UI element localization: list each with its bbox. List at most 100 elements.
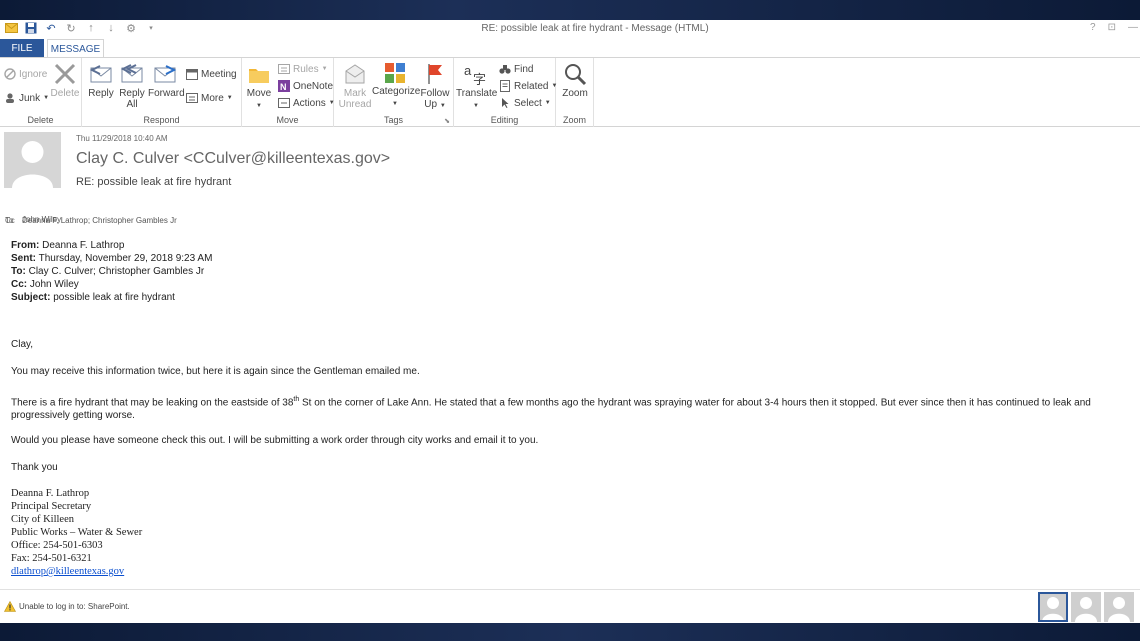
- categorize-label: Categorize: [372, 86, 421, 97]
- ribbon-display-button[interactable]: ⊡: [1108, 22, 1116, 33]
- reply-all-button[interactable]: Reply All: [117, 62, 147, 110]
- reply-all-label-1: Reply: [119, 88, 145, 99]
- delete-group: Ignore Junk ▼ Delete Delete: [0, 58, 82, 127]
- editing-group-label: Editing: [490, 115, 519, 125]
- onenote-button[interactable]: N OneNote: [278, 80, 333, 92]
- quoted-cc-line: Cc: John Wiley: [11, 278, 1136, 291]
- find-label: Find: [514, 63, 534, 75]
- people-pane: [1038, 592, 1134, 622]
- people-avatar-3[interactable]: [1104, 592, 1134, 622]
- delete-label: Delete: [50, 88, 80, 99]
- zoom-magnifier-icon: [565, 64, 587, 86]
- select-cursor-icon: [502, 98, 509, 108]
- translate-button[interactable]: a字 Translate ▼: [456, 62, 497, 112]
- window-controls: ? ⊡ —: [1090, 22, 1138, 33]
- help-button[interactable]: ?: [1090, 22, 1096, 33]
- categorize-caret-icon: ▼: [392, 101, 398, 107]
- forward-label: Forward: [148, 88, 185, 99]
- zoom-group-label: Zoom: [562, 115, 586, 125]
- mark-unread-label-1: Mark: [343, 88, 367, 99]
- paragraph-3: Would you please have someone check this…: [11, 435, 539, 446]
- actions-label: Actions: [293, 97, 326, 109]
- minimize-button[interactable]: —: [1128, 22, 1138, 33]
- delete-x-icon: [54, 63, 76, 85]
- rules-icon: [278, 64, 290, 74]
- svg-text:字: 字: [473, 73, 486, 86]
- tags-dialog-launcher-icon[interactable]: ⬊: [444, 117, 450, 125]
- signature-email-link[interactable]: dlathrop@killeentexas.gov: [11, 566, 124, 577]
- follow-up-button[interactable]: Follow Up ▼: [418, 62, 452, 112]
- reply-label: Reply: [88, 88, 114, 99]
- ignore-label: Ignore: [19, 68, 48, 80]
- forward-button[interactable]: Forward: [148, 62, 185, 99]
- junk-button[interactable]: Junk ▼: [4, 92, 49, 104]
- desktop-bottom-band: [0, 623, 1140, 641]
- more-label: More: [201, 92, 224, 104]
- paragraph-1: You may receive this information twice, …: [11, 366, 420, 377]
- actions-button[interactable]: Actions ▼: [278, 97, 335, 109]
- related-label: Related: [514, 80, 549, 92]
- move-group-label: Move: [276, 115, 299, 125]
- paragraph-2: There is a fire hydrant that may be leak…: [11, 393, 1131, 422]
- message-subject: RE: possible leak at fire hydrant: [76, 176, 232, 188]
- editing-group: a字 Translate ▼ Find Related ▼ Select ▼ Edi…: [454, 58, 557, 127]
- tab-file[interactable]: FILE: [0, 39, 44, 57]
- ribbon: Ignore Junk ▼ Delete Delete Reply Reply A…: [0, 57, 1140, 127]
- ignore-button[interactable]: Ignore: [4, 68, 47, 80]
- cc-recipients[interactable]: John Wiley: [22, 215, 61, 224]
- desktop-top-band: [0, 0, 1140, 20]
- quoted-from-line: From: Deanna F. Lathrop: [11, 239, 1136, 252]
- find-button[interactable]: Find: [499, 63, 533, 75]
- related-icon: [500, 80, 510, 92]
- person-icon: [1042, 597, 1064, 622]
- signature-dept: Public Works – Water & Sewer: [11, 527, 143, 538]
- rules-button[interactable]: Rules ▼: [278, 63, 328, 75]
- more-caret-icon: ▼: [226, 95, 233, 101]
- status-text: Unable to log in to: SharePoint.: [19, 602, 130, 611]
- related-button[interactable]: Related ▼: [499, 80, 557, 92]
- meeting-button[interactable]: Meeting: [186, 68, 237, 80]
- follow-up-caret-icon: ▼: [439, 103, 446, 109]
- actions-icon: [278, 98, 290, 108]
- junk-caret-icon: ▼: [43, 95, 50, 101]
- delete-button[interactable]: Delete: [50, 62, 80, 99]
- select-label: Select: [514, 97, 542, 109]
- message-date: Thu 11/29/2018 10:40 AM: [76, 134, 168, 143]
- onenote-icon: N: [278, 80, 290, 92]
- signature-office: Office: 254-501-6303: [11, 540, 103, 551]
- tags-group: Mark Unread Categorize ▼ Follow Up ▼ Tag…: [334, 58, 454, 127]
- move-folder-icon: [249, 69, 269, 83]
- quoted-sent-value: Thursday, November 29, 2018 9:23 AM: [36, 253, 213, 264]
- quoted-to-line: To: Clay C. Culver; Christopher Gambles …: [11, 265, 1136, 278]
- title-bar: ↶ ↻ ↑ ↓ ⚙ ▾ RE: possible leak at fire hy…: [0, 20, 1140, 38]
- signature-name: Deanna F. Lathrop: [11, 488, 90, 499]
- more-icon: [186, 93, 198, 103]
- mark-unread-button[interactable]: Mark Unread: [338, 62, 372, 110]
- zoom-button[interactable]: Zoom: [558, 62, 592, 99]
- respond-group: Reply Reply All Forward Meeting More ▼ Re…: [82, 58, 242, 127]
- categorize-button[interactable]: Categorize ▼: [372, 62, 421, 110]
- delete-group-label: Delete: [27, 115, 54, 125]
- people-avatar-2[interactable]: [1071, 592, 1101, 622]
- junk-label: Junk: [19, 92, 41, 104]
- reply-button[interactable]: Reply: [86, 62, 116, 99]
- rules-label: Rules: [293, 63, 319, 75]
- meeting-label: Meeting: [201, 68, 237, 80]
- more-button[interactable]: More ▼: [186, 92, 233, 104]
- select-button[interactable]: Select ▼: [499, 97, 551, 109]
- outlook-message-window: ↶ ↻ ↑ ↓ ⚙ ▾ RE: possible leak at fire hy…: [0, 20, 1140, 623]
- mark-unread-label-2: Unread: [338, 99, 372, 110]
- follow-up-label-1: Follow: [420, 88, 450, 99]
- message-header: Thu 11/29/2018 10:40 AM Clay C. Culver <…: [0, 128, 1140, 228]
- respond-group-label: Respond: [143, 115, 180, 125]
- meeting-icon: [186, 69, 198, 80]
- move-button[interactable]: Move ▼: [244, 62, 274, 112]
- quoted-subject-label: Subject:: [11, 292, 51, 303]
- translate-caret-icon: ▼: [473, 103, 479, 109]
- sender-avatar: [4, 132, 61, 188]
- categorize-icon: [385, 63, 405, 83]
- sender-name[interactable]: Clay C. Culver <CCulver@killeentexas.gov…: [76, 150, 390, 168]
- window-title: RE: possible leak at fire hydrant - Mess…: [481, 23, 709, 34]
- people-avatar-1[interactable]: [1038, 592, 1068, 622]
- tab-message[interactable]: MESSAGE: [47, 39, 104, 58]
